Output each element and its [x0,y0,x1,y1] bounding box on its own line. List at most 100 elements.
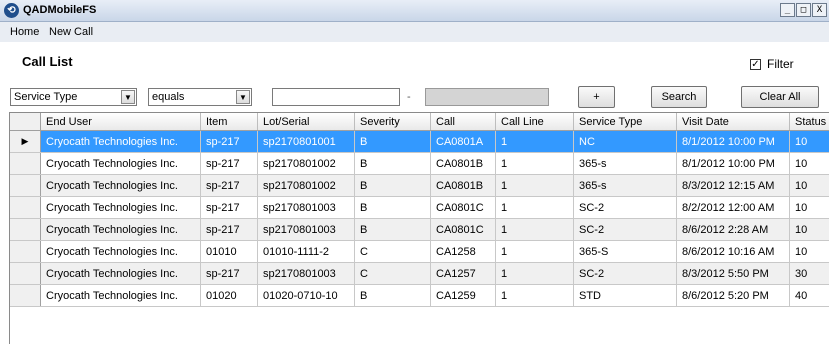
table-cell: Cryocath Technologies Inc. [41,219,201,241]
table-cell: Cryocath Technologies Inc. [41,175,201,197]
operator-select[interactable]: equals ▼ [148,88,252,106]
app-logo-icon: ⟲ [4,3,19,18]
table-cell: STD [574,285,677,307]
row-header[interactable] [10,285,41,307]
table-cell: CA0801B [431,153,496,175]
clear-all-button[interactable]: Clear All [741,86,819,108]
table-cell: sp-217 [201,219,258,241]
field-select[interactable]: Service Type ▼ [10,88,137,106]
maximize-button[interactable]: □ [796,3,811,17]
table-cell: Cryocath Technologies Inc. [41,263,201,285]
table-cell: sp2170801002 [258,175,355,197]
column-header[interactable]: Severity [355,113,431,131]
table-row[interactable]: Cryocath Technologies Inc.0101001010-111… [10,241,829,263]
search-button[interactable]: Search [651,86,707,108]
table-cell: 10 [790,219,829,241]
row-header[interactable] [10,263,41,285]
filter-label: Filter [767,57,794,71]
column-header[interactable]: Call [431,113,496,131]
table-cell: Cryocath Technologies Inc. [41,131,201,153]
value-input[interactable] [272,88,400,106]
table-cell: sp-217 [201,197,258,219]
table-cell: B [355,131,431,153]
close-button[interactable]: X [812,3,827,17]
menu-item-new-call[interactable]: New Call [49,26,93,38]
value-to-input[interactable] [425,88,549,106]
chevron-down-icon[interactable]: ▼ [121,90,135,104]
table-cell: CA0801B [431,175,496,197]
column-header[interactable]: Item [201,113,258,131]
table-cell: Cryocath Technologies Inc. [41,241,201,263]
table-cell: 1 [496,263,574,285]
column-header[interactable]: Visit Date [677,113,790,131]
row-header[interactable] [10,153,41,175]
table-cell: sp2170801003 [258,263,355,285]
column-header[interactable]: Service Type [574,113,677,131]
table-cell: 8/3/2012 5:50 PM [677,263,790,285]
menu-item-home[interactable]: Home [10,26,39,38]
table-cell: sp2170801003 [258,197,355,219]
window-controls: _ □ X [780,3,827,17]
table-cell: NC [574,131,677,153]
checkmark-icon[interactable]: ✓ [750,59,761,70]
column-header[interactable]: Lot/Serial [258,113,355,131]
table-cell: 1 [496,197,574,219]
table-cell: C [355,263,431,285]
table-row[interactable]: Cryocath Technologies Inc.sp-217sp217080… [10,197,829,219]
table-row[interactable]: ▶Cryocath Technologies Inc.sp-217sp21708… [10,131,829,153]
table-cell: sp2170801001 [258,131,355,153]
table-cell: 8/2/2012 12:00 AM [677,197,790,219]
chevron-down-icon[interactable]: ▼ [236,90,250,104]
table-cell: 8/1/2012 10:00 PM [677,131,790,153]
table-cell: 30 [790,263,829,285]
row-header[interactable] [10,197,41,219]
table-cell: C [355,241,431,263]
table-row[interactable]: Cryocath Technologies Inc.sp-217sp217080… [10,219,829,241]
menu-bar: Home New Call [0,22,829,42]
table-cell: 1 [496,241,574,263]
table-cell: Cryocath Technologies Inc. [41,285,201,307]
table-cell: CA0801C [431,197,496,219]
table-cell: 1 [496,285,574,307]
table-cell: 365-s [574,175,677,197]
table-cell: SC-2 [574,263,677,285]
current-row-arrow-icon[interactable]: ▶ [10,131,41,153]
table-cell: 10 [790,153,829,175]
table-row[interactable]: Cryocath Technologies Inc.sp-217sp217080… [10,263,829,285]
column-header[interactable]: Status [790,113,829,131]
table-cell: sp-217 [201,263,258,285]
table-row[interactable]: Cryocath Technologies Inc.sp-217sp217080… [10,175,829,197]
table-cell: 8/6/2012 5:20 PM [677,285,790,307]
operator-select-value: equals [152,91,184,103]
column-header[interactable]: End User [41,113,201,131]
table-cell: 1 [496,153,574,175]
row-header[interactable] [10,175,41,197]
table-row[interactable]: Cryocath Technologies Inc.0102001020-071… [10,285,829,307]
table-cell: 365-S [574,241,677,263]
row-header[interactable] [10,241,41,263]
table-cell: 1 [496,131,574,153]
minimize-button[interactable]: _ [780,3,795,17]
table-cell: 10 [790,197,829,219]
range-separator: - [407,91,411,103]
table-cell: 10 [790,175,829,197]
row-header[interactable] [10,219,41,241]
call-list-table: End UserItemLot/SerialSeverityCallCall L… [10,113,829,307]
table-cell: B [355,197,431,219]
call-list-grid[interactable]: End UserItemLot/SerialSeverityCallCall L… [9,112,829,344]
table-header-row: End UserItemLot/SerialSeverityCallCall L… [10,113,829,131]
table-cell: CA0801A [431,131,496,153]
table-cell: 01010 [201,241,258,263]
table-cell: 01020-0710-10 [258,285,355,307]
add-criteria-button[interactable]: + [578,86,615,108]
column-header[interactable]: Call Line [496,113,574,131]
table-cell: Cryocath Technologies Inc. [41,197,201,219]
table-cell: 8/1/2012 10:00 PM [677,153,790,175]
table-row[interactable]: Cryocath Technologies Inc.sp-217sp217080… [10,153,829,175]
table-cell: 8/6/2012 2:28 AM [677,219,790,241]
table-cell: 10 [790,131,829,153]
table-cell: sp-217 [201,131,258,153]
table-cell: B [355,175,431,197]
row-header-corner [10,113,41,131]
filter-toggle[interactable]: ✓ Filter [750,57,794,71]
